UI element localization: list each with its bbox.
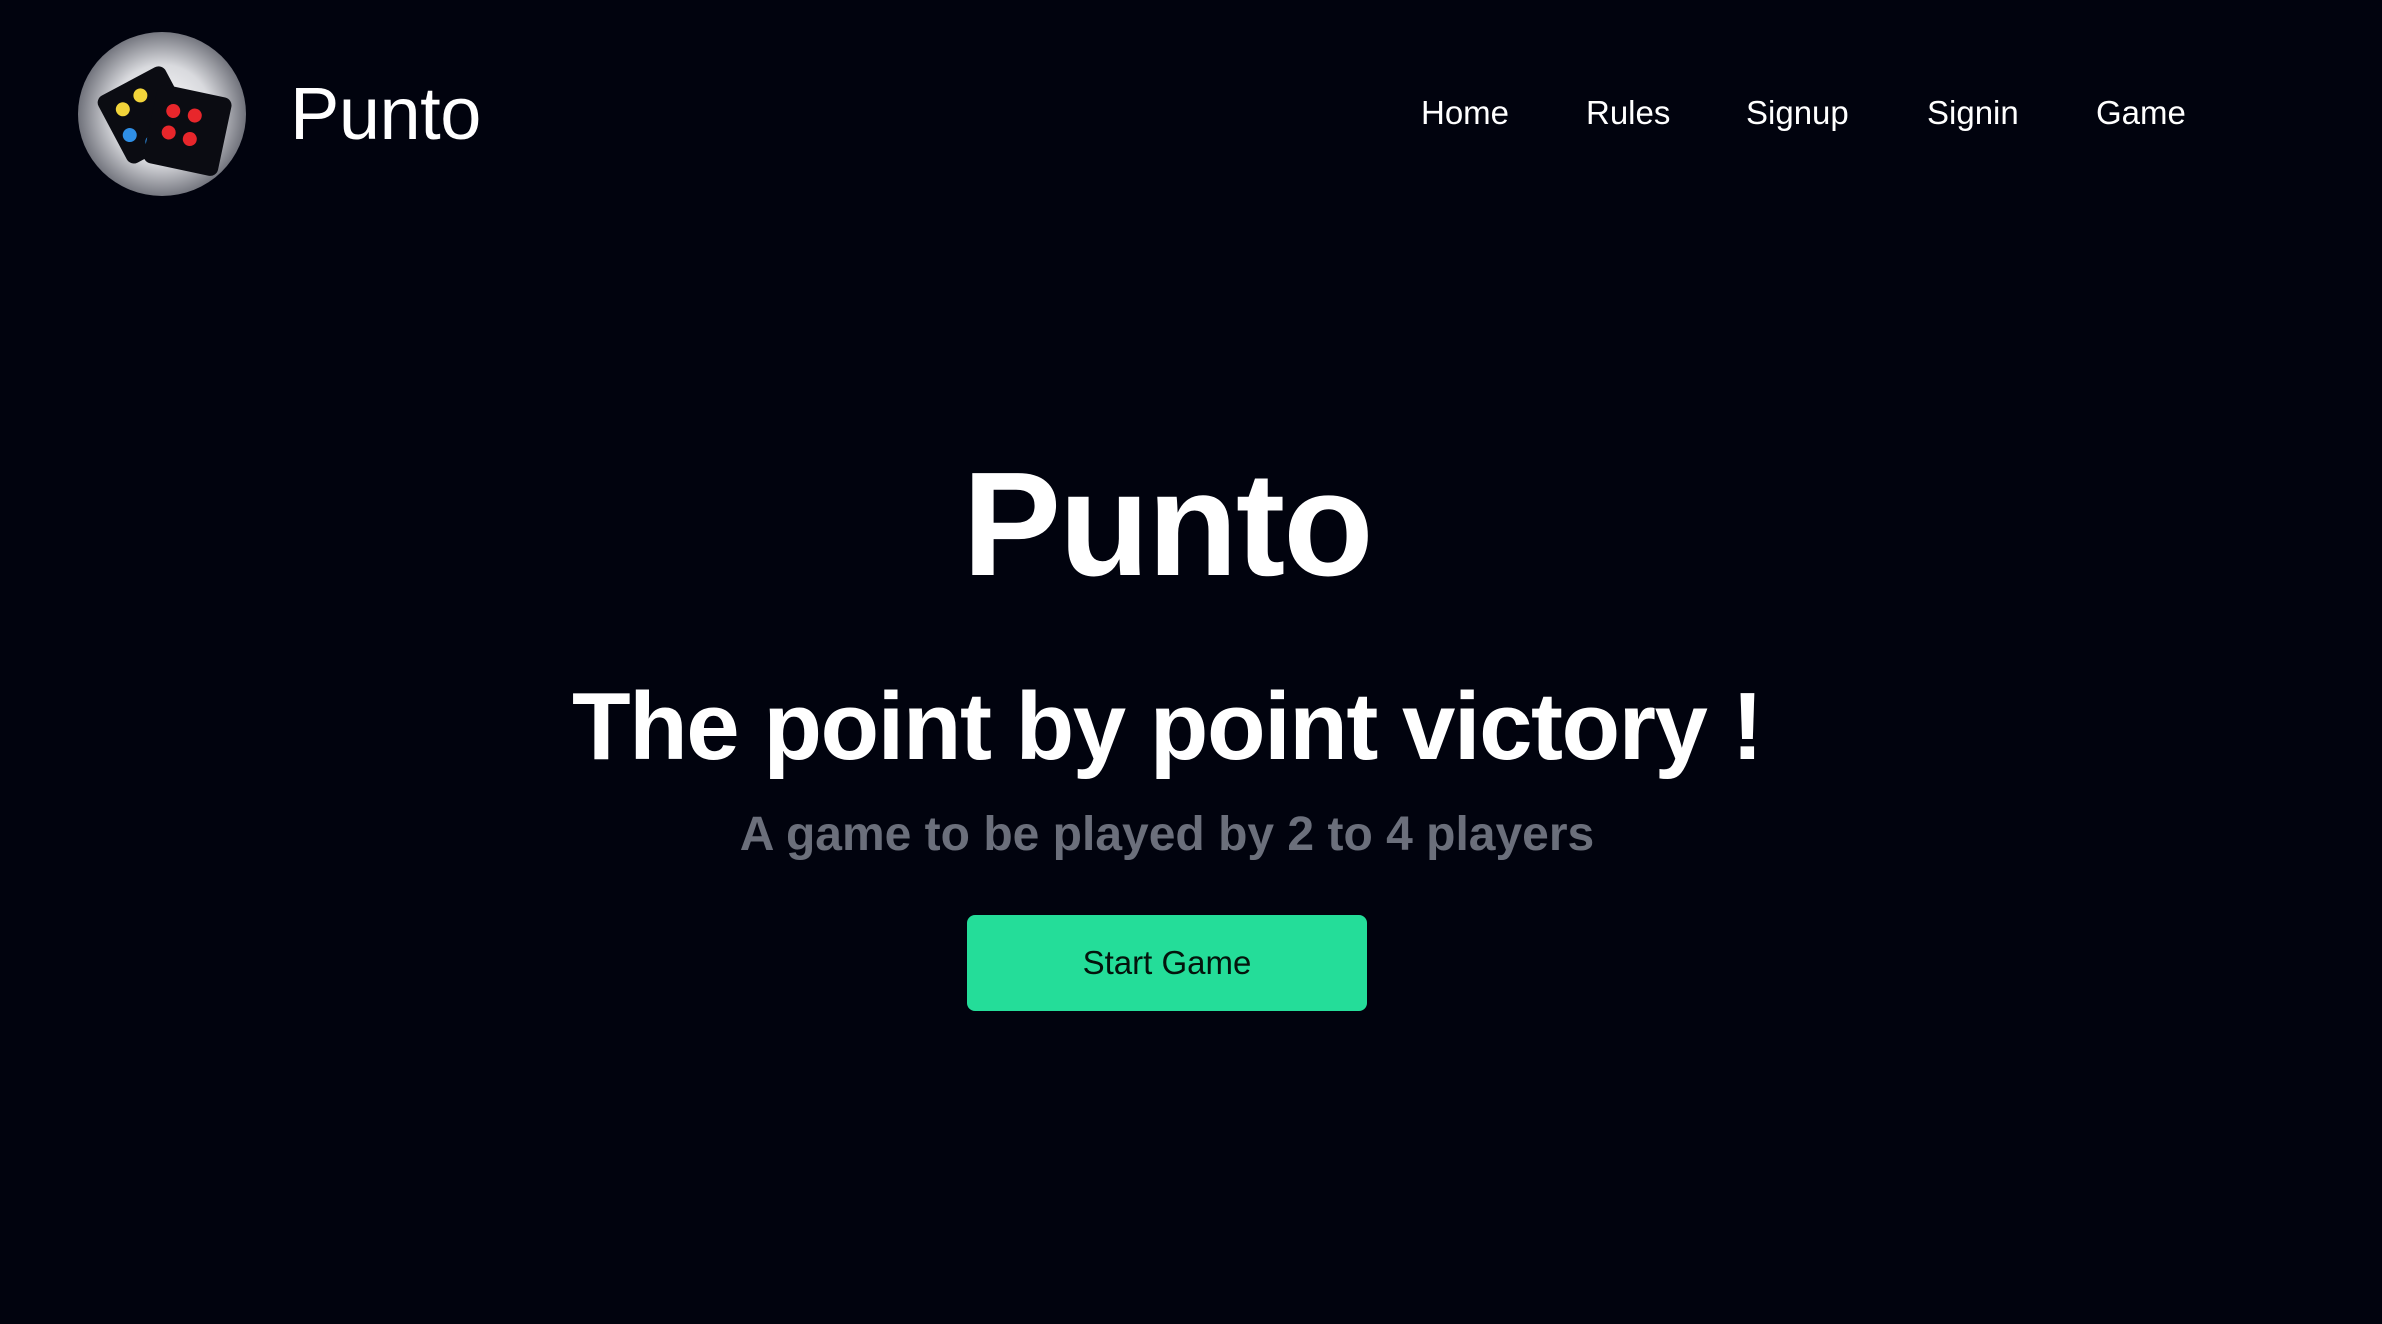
nav-item-signin[interactable]: Signin xyxy=(1927,90,2019,136)
punto-logo-icon[interactable] xyxy=(78,32,246,196)
site-header: Punto Home Rules Signup Signin Game xyxy=(0,0,2382,230)
hero-tagline: A game to be played by 2 to 4 players xyxy=(739,808,1595,861)
nav-item-signup[interactable]: Signup xyxy=(1746,90,1849,136)
hero-title: Punto xyxy=(962,442,1373,607)
start-game-button[interactable]: Start Game xyxy=(967,915,1367,1011)
brand-name[interactable]: Punto xyxy=(290,70,481,158)
nav-item-rules[interactable]: Rules xyxy=(1586,90,1670,136)
nav-item-home[interactable]: Home xyxy=(1421,90,1509,136)
nav-item-game[interactable]: Game xyxy=(2096,90,2186,136)
hero-subtitle: The point by point victory ! xyxy=(572,673,1763,780)
